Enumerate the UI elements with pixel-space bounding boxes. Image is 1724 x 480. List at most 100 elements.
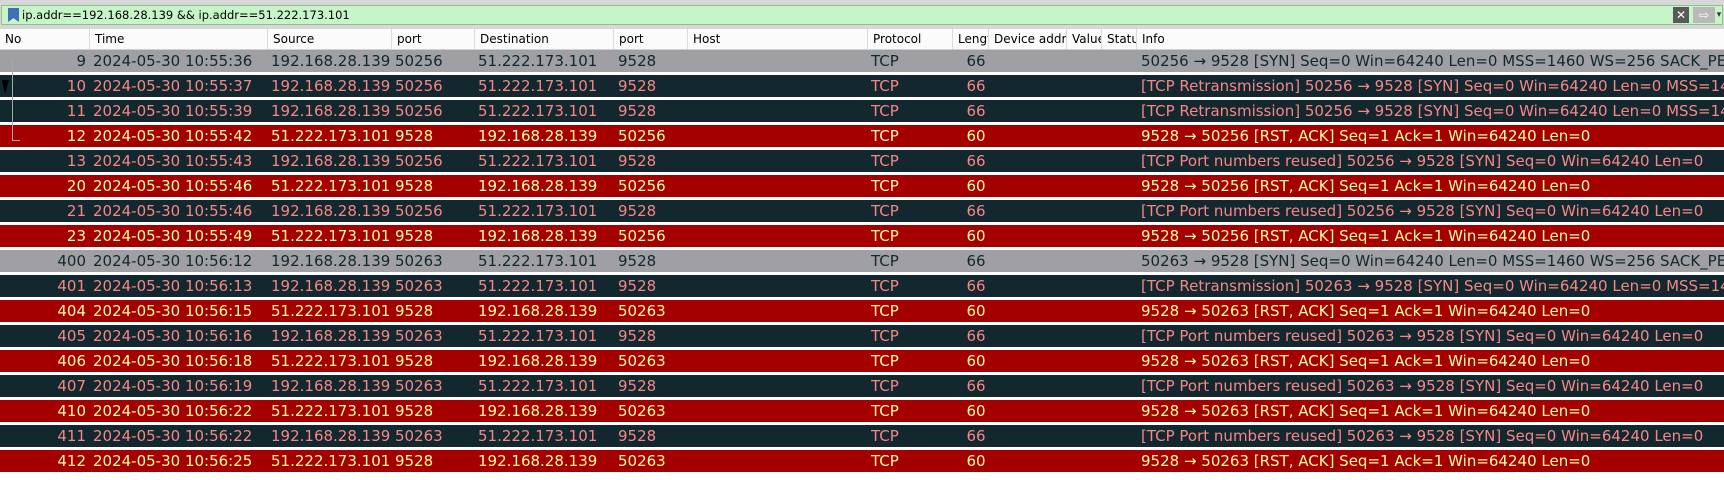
packet-row[interactable]: 411 2024-05-30 10:56:22 192.168.28.139 5026… [0, 425, 1724, 447]
packet-destination: 192.168.28.139 [478, 352, 598, 370]
column-header-length[interactable]: Lengt [953, 29, 989, 49]
packet-protocol: TCP [871, 52, 899, 70]
packet-time: 2024-05-30 10:56:25 [93, 452, 253, 470]
packet-host [692, 300, 868, 322]
packet-row[interactable]: 11 2024-05-30 10:55:39 192.168.28.139 50256… [0, 100, 1724, 122]
packet-no: 9 [76, 52, 86, 70]
packet-info: [TCP Port numbers reused] 50263 → 9528 [… [1141, 327, 1704, 345]
packet-length: 60 [966, 452, 986, 470]
packet-source-port: 9528 [395, 452, 434, 470]
packet-source: 192.168.28.139 [271, 52, 391, 70]
packet-source-port: 9528 [395, 402, 434, 420]
packet-no: 405 [57, 327, 86, 345]
packet-length: 60 [966, 302, 986, 320]
column-header-info[interactable]: Info [1137, 29, 1724, 49]
packet-host [692, 50, 868, 72]
packet-no: 404 [57, 302, 86, 320]
packet-host [692, 150, 868, 172]
packet-host [692, 200, 868, 222]
arrow-right-icon[interactable]: ⇨ [1693, 7, 1715, 23]
packet-time: 2024-05-30 10:56:16 [93, 327, 253, 345]
packet-row[interactable]: 23 2024-05-30 10:55:49 51.222.173.101 9528 1… [0, 225, 1724, 247]
packet-time: 2024-05-30 10:55:49 [93, 227, 253, 245]
bookmark-icon[interactable] [8, 8, 19, 22]
packet-destination: 51.222.173.101 [478, 77, 598, 95]
packet-row[interactable]: 13 2024-05-30 10:55:43 192.168.28.139 50256… [0, 150, 1724, 172]
packet-host [692, 225, 868, 247]
packet-protocol: TCP [871, 427, 899, 445]
packet-row[interactable]: 9 2024-05-30 10:55:36 192.168.28.139 50256 5… [0, 50, 1724, 72]
packet-time: 2024-05-30 10:56:22 [93, 427, 253, 445]
packet-protocol: TCP [871, 452, 899, 470]
packet-source: 51.222.173.101 [271, 452, 391, 470]
column-header-protocol[interactable]: Protocol [868, 29, 953, 49]
packet-row[interactable]: 401 2024-05-30 10:56:13 192.168.28.139 5026… [0, 275, 1724, 297]
packet-protocol: TCP [871, 202, 899, 220]
column-header-value[interactable]: Value [1067, 29, 1102, 49]
packet-destination-port: 50256 [618, 177, 666, 195]
packet-host [692, 75, 868, 97]
clear-icon[interactable]: ✕ [1673, 7, 1689, 23]
packet-protocol: TCP [871, 177, 899, 195]
packet-host [692, 350, 868, 372]
packet-destination: 192.168.28.139 [478, 127, 598, 145]
packet-destination: 192.168.28.139 [478, 402, 598, 420]
packet-source: 192.168.28.139 [271, 202, 391, 220]
packet-protocol: TCP [871, 127, 899, 145]
packet-protocol: TCP [871, 227, 899, 245]
column-header-host[interactable]: Host [688, 29, 868, 49]
packet-info: 9528 → 50256 [RST, ACK] Seq=1 Ack=1 Win=… [1141, 177, 1591, 195]
packet-row[interactable]: 400 2024-05-30 10:56:12 192.168.28.139 5026… [0, 250, 1724, 272]
conversation-bracket-end [12, 140, 20, 141]
packet-info: 9528 → 50256 [RST, ACK] Seq=1 Ack=1 Win=… [1141, 227, 1591, 245]
packet-row[interactable]: 12 2024-05-30 10:55:42 51.222.173.101 9528 1… [0, 125, 1724, 147]
packet-row[interactable]: 405 2024-05-30 10:56:16 192.168.28.139 5026… [0, 325, 1724, 347]
packet-protocol: TCP [871, 352, 899, 370]
packet-source: 192.168.28.139 [271, 277, 391, 295]
chevron-down-icon[interactable]: ▾ [1715, 7, 1723, 23]
packet-length: 66 [966, 102, 986, 120]
packet-length: 66 [966, 77, 986, 95]
packet-destination: 192.168.28.139 [478, 177, 598, 195]
packet-destination: 51.222.173.101 [478, 252, 598, 270]
packet-source-port: 9528 [395, 127, 434, 145]
packet-info: 9528 → 50263 [RST, ACK] Seq=1 Ack=1 Win=… [1141, 402, 1591, 420]
packet-no: 411 [57, 427, 86, 445]
packet-source-port: 50263 [395, 277, 443, 295]
column-header-no[interactable]: No [0, 29, 90, 49]
packet-protocol: TCP [871, 302, 899, 320]
packet-destination-port: 9528 [618, 102, 657, 120]
packet-row[interactable]: 406 2024-05-30 10:56:18 51.222.173.101 9528… [0, 350, 1724, 372]
column-header-status[interactable]: Status [1102, 29, 1137, 49]
packet-destination-port: 9528 [618, 252, 657, 270]
filter-expression[interactable]: ip.addr==192.168.28.139 && ip.addr==51.2… [22, 7, 350, 23]
packet-row[interactable]: 21 2024-05-30 10:55:46 192.168.28.139 50256… [0, 200, 1724, 222]
packet-row[interactable]: 404 2024-05-30 10:56:15 51.222.173.101 9528… [0, 300, 1724, 322]
packet-time: 2024-05-30 10:55:39 [93, 102, 253, 120]
packet-time: 2024-05-30 10:56:15 [93, 302, 253, 320]
packet-row[interactable]: 20 2024-05-30 10:55:46 51.222.173.101 9528 1… [0, 175, 1724, 197]
packet-length: 60 [966, 127, 986, 145]
display-filter-input[interactable]: ip.addr==192.168.28.139 && ip.addr==51.2… [1, 5, 1723, 25]
packet-source-port: 50256 [395, 152, 443, 170]
conversation-bracket-line [12, 61, 13, 141]
column-header-source-port[interactable]: port [392, 29, 475, 49]
packet-length: 66 [966, 377, 986, 395]
column-header-destination[interactable]: Destination [475, 29, 614, 49]
packet-source: 51.222.173.101 [271, 127, 391, 145]
column-header-source[interactable]: Source [268, 29, 392, 49]
packet-info: [TCP Retransmission] 50256 → 9528 [SYN] … [1141, 77, 1724, 95]
packet-row[interactable]: 412 2024-05-30 10:56:25 51.222.173.101 9528… [0, 450, 1724, 472]
column-header-time[interactable]: Time [90, 29, 268, 49]
packet-row[interactable]: 10 2024-05-30 10:55:37 192.168.28.139 50256… [0, 75, 1724, 97]
packet-info: 9528 → 50256 [RST, ACK] Seq=1 Ack=1 Win=… [1141, 127, 1591, 145]
packet-source-port: 9528 [395, 227, 434, 245]
column-header-destination-port[interactable]: port [614, 29, 688, 49]
packet-protocol: TCP [871, 327, 899, 345]
packet-row[interactable]: 407 2024-05-30 10:56:19 192.168.28.139 5026… [0, 375, 1724, 397]
packet-host [692, 375, 868, 397]
packet-row[interactable]: 410 2024-05-30 10:56:22 51.222.173.101 9528… [0, 400, 1724, 422]
packet-time: 2024-05-30 10:56:22 [93, 402, 253, 420]
column-header-device-address[interactable]: Device address [989, 29, 1067, 49]
packet-length: 66 [966, 52, 986, 70]
